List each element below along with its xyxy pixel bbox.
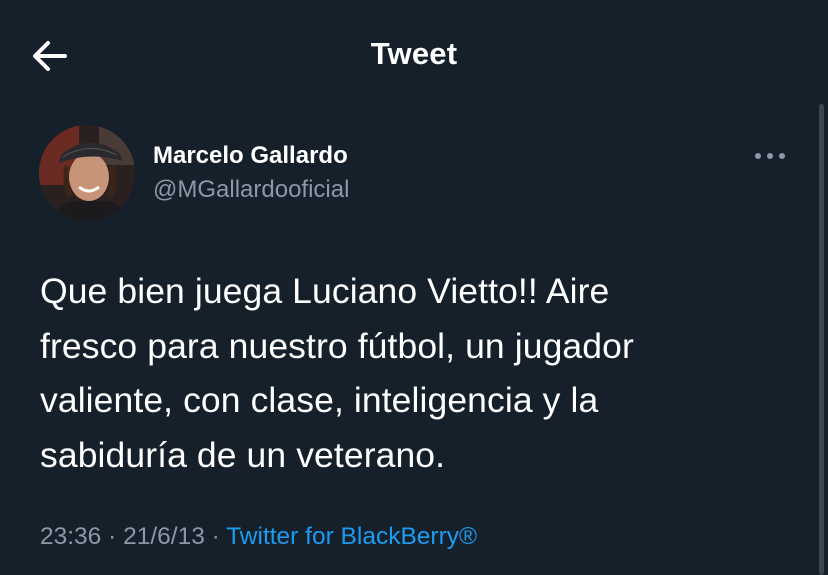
tweet-text-line: sabiduría de un veterano. — [40, 434, 446, 475]
meta-separator: · — [204, 523, 227, 550]
top-bar: Tweet — [0, 0, 828, 110]
meta-separator: · — [101, 523, 124, 550]
tweet-text-line: Que bien juega Luciano Vietto!! Aire — [40, 271, 610, 311]
tweet-source-link[interactable]: Twitter for BlackBerry® — [226, 523, 477, 550]
tweet-text-line: fresco para nuestro fútbol, un jugador — [40, 325, 634, 366]
author-handle[interactable]: @MGallardooficial — [153, 176, 349, 204]
tweet-date[interactable]: 21/6/13 — [123, 523, 205, 550]
avatar[interactable] — [39, 125, 135, 221]
page-title: Tweet — [370, 36, 458, 71]
tweet-detail: Marcelo Gallardo @MGallardooficial Que b… — [0, 110, 828, 575]
tweet-meta: 23:36 · 21/6/13 · Twitter for BlackBerry… — [40, 523, 477, 551]
tweet-text: Que bien juega Luciano Vietto!! Aire fre… — [40, 264, 800, 482]
tweet-time[interactable]: 23:36 — [40, 523, 101, 550]
more-dots-icon — [755, 153, 761, 159]
author-name[interactable]: Marcelo Gallardo — [153, 142, 348, 170]
avatar-image — [39, 125, 135, 221]
more-button[interactable] — [752, 148, 788, 164]
tweet-text-line: valiente, con clase, inteligencia y la — [40, 380, 599, 420]
